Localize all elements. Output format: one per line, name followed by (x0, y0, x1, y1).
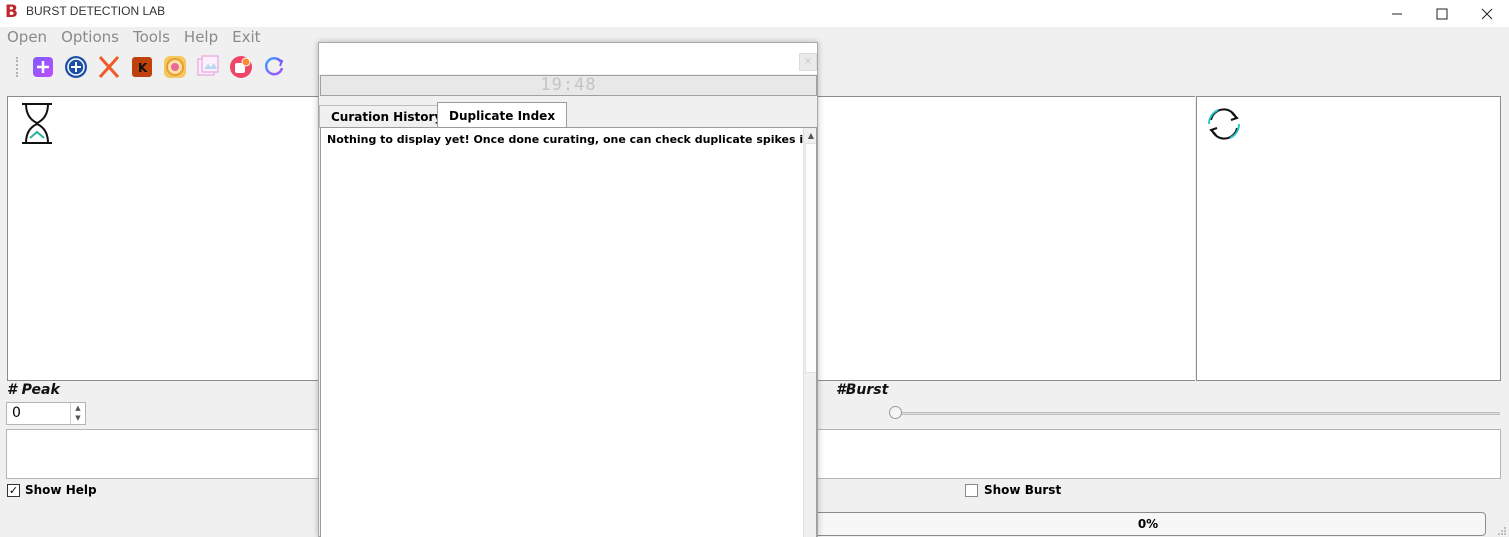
panel-message: Nothing to display yet! Once done curati… (327, 133, 803, 146)
plot-area-left (7, 96, 325, 381)
k-box-icon: K (132, 57, 152, 77)
spin-buttons: ▲ ▼ (70, 403, 85, 424)
menu-options[interactable]: Options (54, 27, 126, 47)
scroll-up-button[interactable]: ▲ (804, 128, 816, 143)
info-textbox-right[interactable] (817, 429, 1501, 479)
sync-icon (1207, 108, 1241, 140)
menu-exit[interactable]: Exit (225, 27, 267, 47)
menu-help[interactable]: Help (177, 27, 225, 47)
plot-area-right (1196, 96, 1501, 381)
show-help-label: Show Help (25, 483, 97, 497)
spin-up-button[interactable]: ▲ (71, 403, 85, 413)
panel-scrollbar[interactable]: ▲ (803, 128, 816, 537)
show-help-checkbox[interactable]: ✓ (7, 484, 20, 497)
minimize-icon (1392, 13, 1402, 14)
burst-label: #Burst (836, 382, 889, 398)
progress-bar: 0% (810, 512, 1486, 536)
color-wheel-icon (164, 56, 186, 78)
title-bar: B BURST DETECTION LAB (0, 0, 1509, 27)
hourglass-icon (22, 103, 52, 144)
gallery-button[interactable] (196, 55, 220, 79)
maximize-button[interactable] (1419, 0, 1465, 27)
close-button[interactable] (1464, 0, 1509, 27)
dialog-close-button[interactable]: ✕ (799, 53, 817, 71)
close-icon (1481, 8, 1493, 19)
dialog-clock: 19:48 (320, 75, 817, 96)
delete-button[interactable] (97, 55, 121, 79)
spin-down-button[interactable]: ▼ (71, 413, 85, 423)
scroll-thumb[interactable] (805, 143, 816, 373)
peak-spinbox[interactable]: 0 ▲ ▼ (6, 402, 86, 425)
svg-text:K: K (138, 61, 148, 75)
menu-open[interactable]: Open (0, 27, 54, 47)
plus-circle-icon (65, 56, 87, 78)
settings-badge-icon (230, 56, 252, 78)
info-textbox-left[interactable] (6, 429, 320, 479)
dialog-title-bar[interactable]: ✕ (319, 43, 817, 74)
history-dialog: ✕ 19:48 Curation History Duplicate Index… (318, 42, 818, 537)
maximize-icon (1436, 8, 1448, 19)
burst-slider-thumb[interactable] (889, 406, 902, 419)
image-gallery-icon (197, 55, 219, 76)
tab-duplicate-index[interactable]: Duplicate Index (437, 102, 568, 129)
peak-value: 0 (12, 405, 21, 421)
peak-label: # Peak (7, 382, 60, 398)
burst-slider-track[interactable] (893, 412, 1500, 415)
resize-grip-icon[interactable] (1497, 526, 1507, 536)
color-button[interactable] (163, 55, 187, 79)
app-logo-icon: B (5, 2, 18, 22)
duplicate-index-panel: Nothing to display yet! Once done curati… (320, 127, 817, 537)
refresh-button[interactable] (262, 55, 286, 79)
toolbar-grip[interactable] (16, 57, 19, 77)
show-burst-label: Show Burst (984, 483, 1062, 497)
add-icon (33, 57, 53, 77)
dialog-tabs: Curation History Duplicate Index (319, 102, 817, 129)
delete-x-icon (98, 55, 120, 79)
progress-text: 0% (1137, 517, 1159, 531)
window-title: BURST DETECTION LAB (26, 4, 166, 18)
refresh-icon (264, 57, 284, 76)
add-button[interactable] (31, 55, 55, 79)
show-burst-checkbox[interactable] (965, 484, 978, 497)
settings-button[interactable] (229, 55, 253, 79)
menu-tools[interactable]: Tools (126, 27, 177, 47)
tab-curation-history[interactable]: Curation History (319, 105, 455, 128)
add-circle-button[interactable] (64, 55, 88, 79)
plot-area-center (817, 96, 1195, 381)
k-button[interactable]: K (130, 55, 154, 79)
minimize-button[interactable] (1374, 0, 1420, 27)
